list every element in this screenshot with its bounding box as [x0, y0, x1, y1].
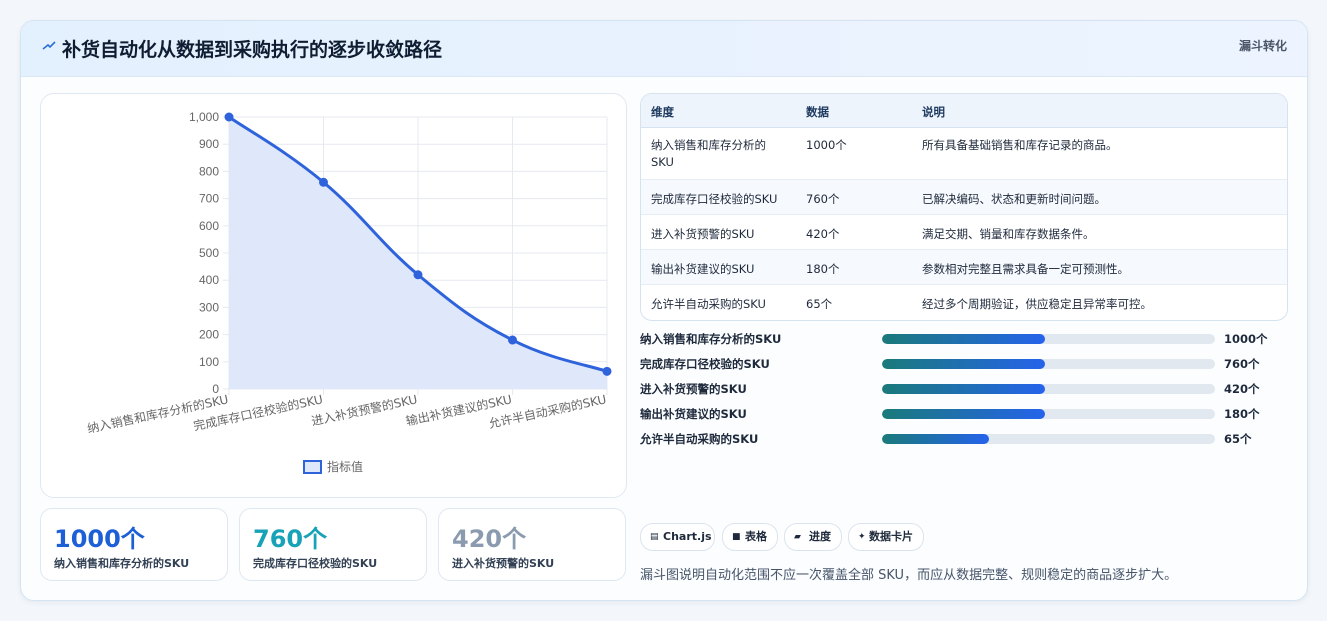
chip-chartjs[interactable]: ▤ Chart.js — [640, 523, 715, 551]
sparkle-icon: ✦ — [858, 532, 866, 542]
row-value: 420个 — [806, 227, 840, 241]
table-icon: ■ — [732, 532, 741, 542]
kpi-value: 420个 — [452, 525, 527, 553]
progress-value: 1000个 — [1224, 332, 1268, 346]
kpi-value: 1000个 — [54, 525, 145, 553]
progress-row: 允许半自动采购的SKU 65个 — [640, 429, 1290, 449]
progress-value: 760个 — [1224, 357, 1260, 371]
kpi-card-2: 760个 完成库存口径校验的SKU — [239, 508, 427, 581]
chip-label: 数据卡片 — [869, 530, 913, 543]
progress-fill — [882, 434, 989, 444]
header-data: 数据 — [806, 105, 829, 119]
y-tick-label: 300 — [199, 300, 219, 314]
data-point — [508, 335, 517, 345]
trend-icon — [42, 41, 56, 50]
legend-label: 指标值 — [327, 459, 363, 474]
card-header: 补货自动化从数据到采购执行的逐步收敛路径 漏斗转化 — [21, 21, 1307, 77]
row-dimension: 输出补货建议的SKU — [651, 262, 755, 276]
y-tick-label: 200 — [199, 328, 219, 342]
row-description: 所有具备基础销售和库存记录的商品。 — [922, 138, 1118, 152]
main-card: 补货自动化从数据到采购执行的逐步收敛路径 漏斗转化 0 100 200 300 400 5… — [20, 20, 1308, 601]
table-row: 进入补货预警的SKU 420个 满足交期、销量和库存数据条件。 — [641, 214, 1287, 250]
row-description: 满足交期、销量和库存数据条件。 — [922, 227, 1095, 241]
data-point — [224, 112, 234, 122]
row-value: 1000个 — [806, 138, 847, 152]
chip-label: Chart.js — [663, 530, 712, 543]
chip-data-card[interactable]: ✦ 数据卡片 — [848, 523, 924, 551]
line-chart: 0 100 200 300 400 500 600 700 800 900 1,000 纳入销售和库存… — [40, 93, 627, 498]
data-point — [319, 177, 328, 187]
progress-fill — [882, 409, 1046, 419]
row-dimension: 纳入销售和库存分析的 — [651, 138, 766, 152]
table-row: 输出补货建议的SKU 180个 参数相对完整且需求具备一定可预测性。 — [641, 249, 1287, 285]
kpi-card-3: 420个 进入补货预警的SKU — [438, 508, 626, 581]
chip-progress[interactable]: ▰ 进度 — [784, 523, 842, 551]
progress-label: 完成库存口径校验的SKU — [640, 357, 770, 371]
progress-value: 180个 — [1224, 407, 1260, 421]
progress-fill — [882, 384, 1046, 394]
category-tag: 漏斗转化 — [1238, 39, 1287, 53]
page-title: 补货自动化从数据到采购执行的逐步收敛路径 — [62, 39, 443, 61]
data-point — [413, 270, 423, 280]
progress-label: 输出补货建议的SKU — [640, 407, 747, 421]
header-description: 说明 — [922, 105, 945, 119]
progress-row: 纳入销售和库存分析的SKU 1000个 — [640, 329, 1290, 349]
data-table: 维度 数据 说明 纳入销售和库存分析的 SKU 1000个 所有具备基础销售和库… — [640, 93, 1288, 321]
progress-track — [882, 334, 1215, 344]
progress-track — [882, 409, 1215, 419]
progress-value: 420个 — [1224, 382, 1260, 396]
chart-svg: 01002003004005006007008009001,000纳入销售和库存… — [86, 110, 612, 474]
kpi-value: 760个 — [253, 525, 328, 553]
progress-row: 完成库存口径校验的SKU 760个 — [640, 354, 1290, 374]
progress-value: 65个 — [1224, 432, 1252, 446]
row-dimension: 允许半自动采购的SKU — [651, 297, 766, 311]
kpi-label: 进入补货预警的SKU — [452, 557, 555, 570]
chip-table[interactable]: ■ 表格 — [722, 523, 778, 551]
progress-fill — [882, 359, 1046, 369]
kpi-label: 纳入销售和库存分析的SKU — [54, 557, 190, 570]
y-tick-label: 400 — [199, 273, 219, 287]
row-value: 65个 — [806, 297, 833, 311]
row-description: 参数相对完整且需求具备一定可预测性。 — [922, 262, 1129, 276]
kpi-card-1: 1000个 纳入销售和库存分析的SKU — [40, 508, 228, 581]
header-dimension: 维度 — [651, 105, 674, 119]
y-tick-label: 1,000 — [189, 110, 219, 124]
legend-swatch — [303, 460, 322, 474]
y-tick-label: 800 — [199, 164, 219, 178]
y-tick-label: 500 — [199, 246, 219, 260]
table-header: 维度 数据 说明 — [641, 94, 1287, 128]
x-tick-label: 进入补货预警的SKU — [310, 391, 419, 428]
row-dimension-cont: SKU — [651, 155, 674, 169]
row-description: 经过多个周期验证，供应稳定且异常率可控。 — [922, 297, 1152, 311]
row-dimension: 完成库存口径校验的SKU — [651, 192, 778, 206]
progress-label: 纳入销售和库存分析的SKU — [640, 332, 782, 346]
progress-icon: ▰ — [794, 532, 801, 542]
y-tick-label: 100 — [199, 355, 219, 369]
kpi-label: 完成库存口径校验的SKU — [253, 557, 378, 570]
row-dimension: 进入补货预警的SKU — [651, 227, 755, 241]
progress-track — [882, 359, 1215, 369]
row-description: 已解决编码、状态和更新时间问题。 — [922, 192, 1106, 206]
row-value: 760个 — [806, 192, 840, 206]
row-value: 180个 — [806, 262, 840, 276]
table-row: 纳入销售和库存分析的 SKU 1000个 所有具备基础销售和库存记录的商品。 — [641, 127, 1287, 179]
y-tick-label: 900 — [199, 137, 219, 151]
table-row: 允许半自动采购的SKU 65个 经过多个周期验证，供应稳定且异常率可控。 — [641, 284, 1287, 320]
progress-label: 允许半自动采购的SKU — [640, 432, 759, 446]
y-tick-label: 700 — [199, 192, 219, 206]
data-point — [602, 366, 612, 376]
progress-track — [882, 434, 1215, 444]
footer-note: 漏斗图说明自动化范围不应一次覆盖全部 SKU，而应从数据完整、规则稳定的商品逐步… — [640, 568, 1178, 583]
chart-icon: ▤ — [650, 532, 659, 542]
progress-track — [882, 384, 1215, 394]
progress-label: 进入补货预警的SKU — [640, 382, 747, 396]
chip-label: 表格 — [745, 530, 767, 543]
y-tick-label: 600 — [199, 219, 219, 233]
progress-row: 进入补货预警的SKU 420个 — [640, 379, 1290, 399]
progress-row: 输出补货建议的SKU 180个 — [640, 404, 1290, 424]
progress-fill — [882, 334, 1046, 344]
chip-label: 进度 — [809, 530, 831, 543]
table-row: 完成库存口径校验的SKU 760个 已解决编码、状态和更新时间问题。 — [641, 179, 1287, 215]
